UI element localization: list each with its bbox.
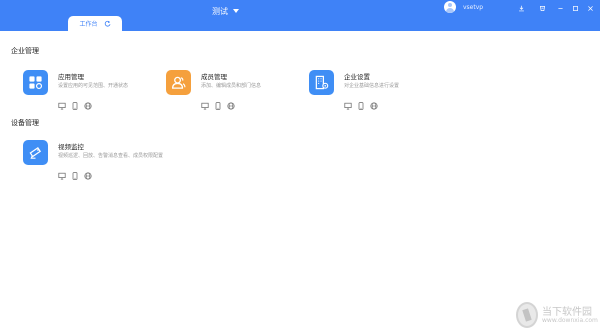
avatar[interactable]	[444, 1, 456, 13]
workspace-switcher[interactable]: 测试	[212, 4, 239, 18]
apps-grid-icon	[23, 70, 48, 95]
card-description: 添加、编辑成员和部门信息	[201, 83, 262, 89]
watermark: 当下软件园 www.downxia.com	[516, 300, 600, 335]
username: vsetvp	[463, 3, 484, 11]
platform-icons	[58, 172, 92, 180]
platform-icons	[58, 102, 92, 110]
workspace-title: 测试	[212, 6, 228, 16]
watermark-url: www.downxia.com	[542, 317, 598, 324]
card-member-management[interactable]: 成员管理 添加、编辑成员和部门信息	[166, 70, 326, 120]
card-description: 视频巡逻、回放、告警消息查看、成员权限配置	[58, 153, 164, 159]
platform-icons	[344, 102, 378, 110]
close-icon[interactable]	[585, 3, 595, 13]
mobile-icon	[357, 102, 365, 110]
web-globe-icon	[84, 102, 92, 110]
card-enterprise-settings[interactable]: 企业设置 对企业基础信息进行设置	[309, 70, 469, 120]
web-globe-icon	[227, 102, 235, 110]
section-title-device: 设备管理	[11, 119, 39, 127]
card-title: 企业设置	[344, 73, 370, 81]
watermark-logo-icon	[516, 302, 538, 328]
card-title: 成员管理	[201, 73, 227, 81]
refresh-icon[interactable]	[104, 20, 111, 27]
web-globe-icon	[84, 172, 92, 180]
card-title: 视频监控	[58, 143, 84, 151]
desktop-icon	[58, 102, 66, 110]
maximize-icon[interactable]	[570, 3, 580, 13]
camera-icon	[23, 140, 48, 165]
desktop-icon	[344, 102, 352, 110]
members-icon	[166, 70, 191, 95]
title-bar: 测试 工作台 vsetvp	[0, 0, 600, 31]
desktop-icon	[201, 102, 209, 110]
desktop-icon	[58, 172, 66, 180]
card-app-management[interactable]: 应用管理 设置应用的可见范围、开通状态	[23, 70, 183, 120]
card-video-surveillance[interactable]: 视频监控 视频巡逻、回放、告警消息查看、成员权限配置	[23, 140, 183, 190]
watermark-text: 当下软件园	[542, 307, 592, 318]
tab-workbench[interactable]: 工作台	[68, 16, 122, 31]
mobile-icon	[71, 102, 79, 110]
enterprise-building-icon	[309, 70, 334, 95]
card-title: 应用管理	[58, 73, 84, 81]
skin-icon[interactable]	[537, 3, 547, 13]
user-menu[interactable]: vsetvp	[444, 1, 483, 13]
mobile-icon	[214, 102, 222, 110]
card-description: 设置应用的可见范围、开通状态	[58, 83, 129, 89]
card-description: 对企业基础信息进行设置	[344, 83, 400, 89]
download-icon[interactable]	[516, 3, 526, 13]
web-globe-icon	[370, 102, 378, 110]
section-title-enterprise: 企业管理	[11, 47, 39, 55]
tab-label: 工作台	[79, 21, 98, 28]
platform-icons	[201, 102, 235, 110]
chevron-down-icon	[233, 9, 239, 13]
minimize-icon[interactable]	[555, 3, 565, 13]
mobile-icon	[71, 172, 79, 180]
